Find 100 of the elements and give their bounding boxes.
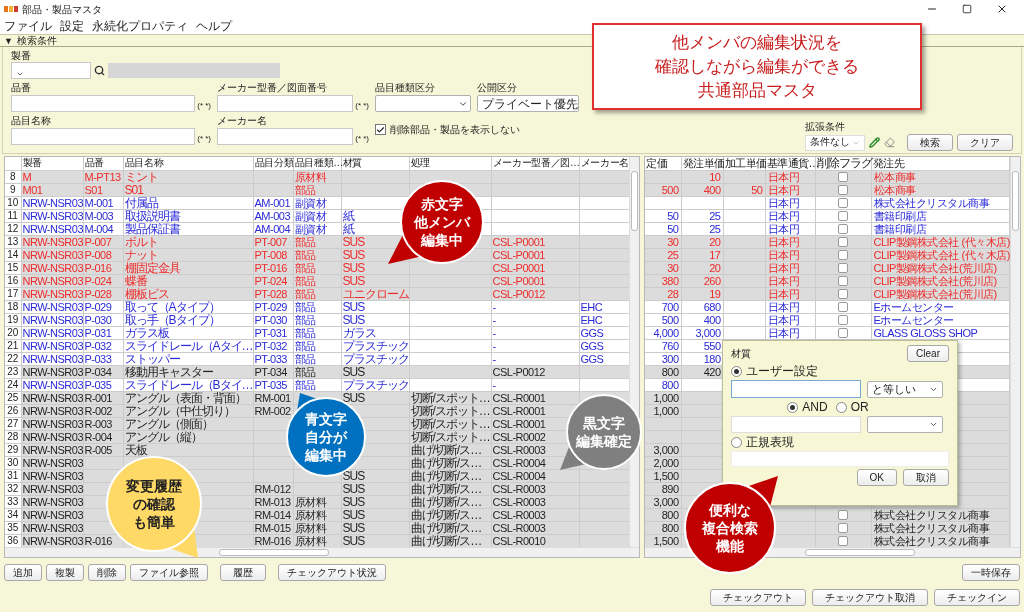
- table-cell: M-003: [83, 209, 123, 222]
- menu-item[interactable]: ヘルプ: [196, 19, 232, 33]
- checkbox[interactable]: [838, 236, 848, 247]
- column-header[interactable]: 処理: [409, 157, 491, 170]
- search-button[interactable]: 検索: [907, 134, 953, 151]
- column-header[interactable]: 品目分類: [253, 157, 293, 170]
- text-field[interactable]: [11, 95, 196, 112]
- menu-item[interactable]: 設定: [60, 19, 84, 33]
- column-header[interactable]: 加工単価: [723, 157, 765, 170]
- checkbox[interactable]: [375, 124, 386, 135]
- menu-item[interactable]: 永続化プロパティ: [92, 19, 188, 33]
- checkbox[interactable]: [838, 223, 848, 234]
- dialog-button[interactable]: OK: [856, 469, 897, 486]
- text-field[interactable]: [731, 380, 861, 398]
- dropdown[interactable]: [867, 416, 943, 433]
- dialog-button[interactable]: 取消: [903, 469, 949, 486]
- table-cell: 800: [645, 521, 681, 534]
- table-cell: M-004: [83, 222, 123, 235]
- eraser-icon[interactable]: [884, 137, 895, 148]
- clear-button[interactable]: クリア: [957, 134, 1013, 151]
- table-cell: AM-001: [253, 196, 293, 209]
- table-cell: 日本円: [765, 326, 815, 339]
- menu-item[interactable]: ファイル: [4, 19, 52, 33]
- scrollbar-thumb[interactable]: [631, 171, 638, 231]
- checkbox[interactable]: [838, 262, 848, 273]
- dropdown[interactable]: プライベート優先: [477, 95, 579, 112]
- action-button[interactable]: 複製: [46, 564, 84, 581]
- action-button[interactable]: チェックアウト状況: [278, 564, 386, 581]
- dropdown[interactable]: [375, 95, 471, 112]
- save-button[interactable]: 一時保存: [962, 564, 1020, 581]
- text-field[interactable]: [217, 128, 354, 145]
- radio-button[interactable]: [731, 365, 742, 377]
- table-cell: NRW-NSR03: [21, 469, 83, 482]
- checkbox[interactable]: [838, 184, 848, 195]
- maximize-icon[interactable]: [962, 4, 972, 14]
- column-header[interactable]: 製番: [21, 157, 83, 170]
- action-button[interactable]: ファイル参照: [130, 564, 208, 581]
- action-button[interactable]: 追加: [4, 564, 42, 581]
- table-cell: 部品: [293, 300, 341, 313]
- caret-icon: [929, 420, 938, 429]
- table-cell: 部品: [293, 287, 341, 300]
- table-cell: ユニクローム: [341, 287, 409, 300]
- column-header[interactable]: 品番: [83, 157, 123, 170]
- column-header[interactable]: 発注先: [871, 157, 1009, 170]
- table-cell: NRW-NSR03: [21, 404, 83, 417]
- search-icon[interactable]: [94, 65, 105, 76]
- table-cell: CLIP製鋼株式会社 (代々木店): [871, 248, 1009, 261]
- checkbox[interactable]: [838, 327, 848, 338]
- text-field[interactable]: [217, 95, 354, 112]
- table-cell: 760: [645, 339, 681, 352]
- radio-button[interactable]: [835, 401, 847, 413]
- table-cell: 日本円: [765, 183, 815, 196]
- checkbox[interactable]: [838, 249, 848, 260]
- annotation-text: 他メンバの編集状況を 確認しながら編集ができる 共通部品マスタ: [655, 31, 859, 102]
- scrollbar-thumb[interactable]: [805, 549, 915, 556]
- column-header[interactable]: 定価: [645, 157, 681, 170]
- table-cell: 日本円: [765, 222, 815, 235]
- checkbox[interactable]: [838, 275, 848, 286]
- table-cell: SUS: [341, 365, 409, 378]
- checkbox[interactable]: [838, 197, 848, 208]
- dropdown[interactable]: と等しい: [867, 380, 943, 398]
- table-cell: -: [491, 300, 579, 313]
- column-header[interactable]: 品目名称: [123, 157, 253, 170]
- column-header[interactable]: 発注単価: [681, 157, 723, 170]
- column-header[interactable]: 材質: [341, 157, 409, 170]
- scrollbar-thumb[interactable]: [1011, 171, 1019, 231]
- table-cell: 30: [645, 235, 681, 248]
- radio-button[interactable]: [787, 401, 799, 413]
- condition-dropdown[interactable]: 条件なし: [805, 134, 865, 151]
- table-cell: プラスチック: [341, 378, 409, 391]
- table-cell: SUS: [341, 313, 409, 326]
- checkbox[interactable]: [838, 301, 848, 312]
- table-cell: 800: [645, 365, 681, 378]
- radio-button[interactable]: [731, 436, 742, 448]
- action-button[interactable]: 削除: [88, 564, 126, 581]
- checkout-button[interactable]: チェックアウト取消: [812, 589, 928, 606]
- checkbox[interactable]: [838, 171, 848, 182]
- column-header[interactable]: メーカー型番／図…: [491, 157, 579, 170]
- action-button[interactable]: 履歴: [220, 564, 266, 581]
- checkbox[interactable]: [838, 288, 848, 299]
- table-cell: 10: [681, 170, 723, 183]
- collapse-toggle[interactable]: ▼: [4, 35, 13, 46]
- checkbox[interactable]: [838, 210, 848, 221]
- checkbox[interactable]: [838, 522, 848, 533]
- column-header[interactable]: 品目種類…: [293, 157, 341, 170]
- checkbox[interactable]: [838, 509, 848, 520]
- field-label: 品番: [11, 81, 32, 95]
- checkbox[interactable]: [838, 535, 848, 546]
- pencil-icon[interactable]: [869, 137, 880, 148]
- checkout-button[interactable]: チェックイン: [934, 589, 1020, 606]
- table-cell: 部品: [293, 274, 341, 287]
- checkbox[interactable]: [838, 314, 848, 325]
- scrollbar-thumb[interactable]: [219, 549, 329, 556]
- table-cell: SUS: [341, 482, 409, 495]
- text-field[interactable]: [11, 128, 196, 145]
- checkout-button[interactable]: チェックアウト: [710, 589, 806, 606]
- clear-button[interactable]: Clear: [907, 345, 949, 362]
- table-cell: プラスチック: [341, 339, 409, 352]
- close-icon[interactable]: [996, 3, 1008, 15]
- column-header[interactable]: 削除フラグ: [815, 157, 871, 170]
